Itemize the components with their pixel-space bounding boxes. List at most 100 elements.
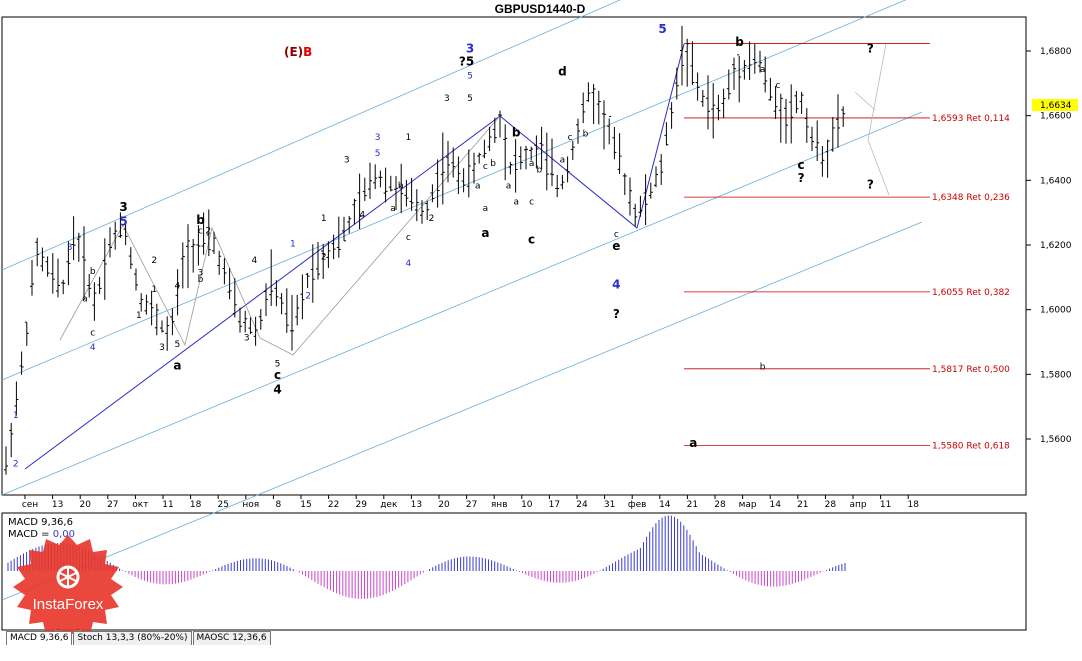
- wave-label: c: [406, 233, 411, 243]
- wave-label: a: [483, 204, 489, 214]
- y-tick-label: 1,5600: [1040, 435, 1072, 445]
- wave-label: c: [528, 232, 535, 246]
- x-tick-label: 11: [880, 500, 891, 510]
- x-tick-label: 31: [604, 500, 615, 510]
- x-tick-label: 17: [549, 500, 560, 510]
- wave-e-b-label: (E)B: [284, 45, 312, 59]
- wave-label: 1: [151, 285, 157, 295]
- x-tick-label: янв: [491, 500, 508, 510]
- x-tick-label: апр: [849, 500, 866, 510]
- wave-label: 4: [90, 343, 96, 353]
- x-tick-label: 14: [769, 500, 781, 510]
- x-tick-label: 28: [714, 500, 726, 510]
- wave-label: 2: [429, 214, 435, 224]
- x-tick-label: фев: [628, 500, 647, 510]
- wave-label: b: [398, 181, 404, 191]
- y-tick-label: 1,6600: [1040, 112, 1072, 122]
- wave-label: 5: [375, 149, 381, 159]
- wave-label: 3: [67, 243, 73, 253]
- wave-label: 1: [13, 411, 19, 421]
- x-tick-label: ноя: [242, 500, 259, 510]
- wave-label: a: [560, 156, 566, 166]
- y-tick-label: 1,6000: [1040, 306, 1072, 316]
- wave-label: 3: [444, 94, 450, 104]
- x-tick-label: 8: [276, 500, 282, 510]
- tab-macd[interactable]: MACD 9,36,6: [6, 631, 73, 645]
- wave-label: a: [689, 436, 697, 450]
- last-price-label: 1,6634: [1040, 101, 1072, 111]
- wave-label: a: [760, 65, 766, 75]
- wave-label: a: [513, 198, 519, 208]
- wave-label: e: [612, 239, 620, 253]
- x-tick-label: 13: [52, 500, 63, 510]
- y-tick-label: 1,6200: [1040, 241, 1072, 251]
- wave-label: 5: [466, 55, 474, 69]
- x-tick-label: 10: [521, 500, 533, 510]
- y-tick-label: 1,6800: [1040, 47, 1072, 57]
- wave-label: ?: [867, 177, 874, 191]
- wave-e-label: (E): [284, 45, 303, 59]
- y-tick-label: 1,6400: [1040, 176, 1072, 186]
- chart-title: GBPUSD1440-D: [495, 2, 586, 16]
- x-tick-label: окт: [132, 500, 148, 510]
- wave-label: a: [390, 204, 396, 214]
- wave-label: a: [529, 159, 535, 169]
- wave-label: c: [274, 368, 281, 382]
- x-tick-label: 20: [438, 500, 450, 510]
- wave-label: a: [475, 181, 481, 191]
- wave-label: ?: [459, 55, 466, 69]
- retracement-label: 1,5817 Ret 0,500: [932, 365, 1010, 375]
- wave-label: 4: [359, 211, 365, 221]
- x-tick-label: 13: [411, 500, 422, 510]
- retracement-label: 1,6348 Ret 0,236: [932, 193, 1010, 203]
- logo-text: InstaForex: [33, 596, 104, 613]
- retracement-label: 1,5580 Ret 0,618: [932, 441, 1010, 451]
- wave-label: ?: [613, 307, 620, 321]
- x-tick-label: мар: [739, 500, 757, 510]
- x-tick-label: 21: [687, 500, 698, 510]
- wave-label: b: [90, 267, 96, 277]
- x-tick-label: 27: [466, 500, 477, 510]
- wave-label: 5: [467, 94, 473, 104]
- wave-label: 5: [658, 22, 666, 36]
- wave-label: 2: [151, 256, 157, 266]
- wave-label: 4: [406, 259, 412, 269]
- wave-label: c: [90, 329, 95, 339]
- wave-label: a: [481, 226, 489, 240]
- wave-label: 1: [321, 214, 327, 224]
- tab-stoch[interactable]: Stoch 13,3,3 (80%-20%): [73, 631, 192, 645]
- wave-label: c: [483, 162, 488, 172]
- wave-label: a: [82, 295, 88, 305]
- wave-label: 5: [119, 215, 127, 229]
- wave-label: a: [173, 358, 181, 372]
- wave-label: c: [529, 198, 534, 208]
- wave-label: 1: [290, 240, 296, 250]
- wave-label: c: [198, 227, 203, 237]
- x-tick-label: 25: [217, 500, 228, 510]
- x-tick-label: 18: [190, 500, 202, 510]
- wave-label: 4: [273, 383, 281, 397]
- x-tick-label: 15: [300, 500, 311, 510]
- wave-label: 5: [467, 71, 473, 81]
- x-tick-label: 18: [907, 500, 919, 510]
- wave-label: ?: [867, 42, 874, 56]
- wave-label: 3: [466, 42, 474, 56]
- wave-label: 4: [175, 282, 181, 292]
- wave-label: 1: [406, 133, 412, 143]
- wave-label: 2: [205, 227, 211, 237]
- wave-b-label: B: [303, 45, 312, 59]
- wave-label: b: [735, 35, 744, 49]
- wave-label: 3: [244, 333, 250, 343]
- wave-label: c: [776, 81, 781, 91]
- wave-label: 5: [175, 340, 181, 350]
- retracement-label: 1,6055 Ret 0,382: [932, 288, 1010, 298]
- tab-maosc[interactable]: MAOSC 12,36,6: [192, 631, 271, 645]
- x-tick-label: 27: [107, 500, 118, 510]
- wave-label: b: [196, 213, 205, 227]
- x-tick-label: 14: [659, 500, 671, 510]
- chart-area: GBPUSD1440-D 1,6593 Ret 0,114 1,6348 Ret …: [0, 0, 1082, 661]
- x-tick-label: дек: [380, 500, 398, 510]
- wave-label: b: [536, 165, 542, 175]
- x-tick-label: сен: [22, 500, 38, 510]
- wave-label: b: [583, 130, 589, 140]
